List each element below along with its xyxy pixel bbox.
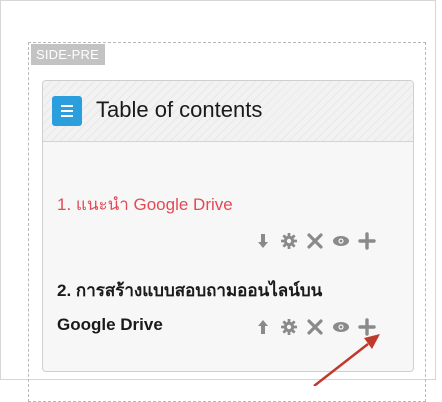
toc-block: Table of contents 1. แนะนำ Google Drive xyxy=(42,80,414,372)
block-header: Table of contents xyxy=(43,81,413,142)
toc-item-2-line2[interactable]: Google Drive xyxy=(57,315,163,335)
toc-item-1-link[interactable]: 1. แนะนำ Google Drive xyxy=(57,191,233,218)
arrow-up-icon[interactable] xyxy=(253,317,273,337)
toc-item-2-line1[interactable]: 2. การสร้างแบบสอบถามออนไลน์บน xyxy=(57,277,322,304)
delete-icon[interactable] xyxy=(305,231,325,251)
gear-icon[interactable] xyxy=(279,317,299,337)
plus-icon[interactable] xyxy=(357,317,377,337)
gear-icon[interactable] xyxy=(279,231,299,251)
eye-icon[interactable] xyxy=(331,317,351,337)
delete-icon[interactable] xyxy=(305,317,325,337)
region-tag: SIDE-PRE xyxy=(31,44,106,65)
block-title: Table of contents xyxy=(96,97,263,122)
item-2-actions xyxy=(253,317,377,337)
eye-icon[interactable] xyxy=(331,231,351,251)
arrow-down-icon[interactable] xyxy=(253,231,273,251)
item-1-actions xyxy=(253,231,377,251)
plus-icon[interactable] xyxy=(357,231,377,251)
list-icon[interactable] xyxy=(52,96,82,126)
